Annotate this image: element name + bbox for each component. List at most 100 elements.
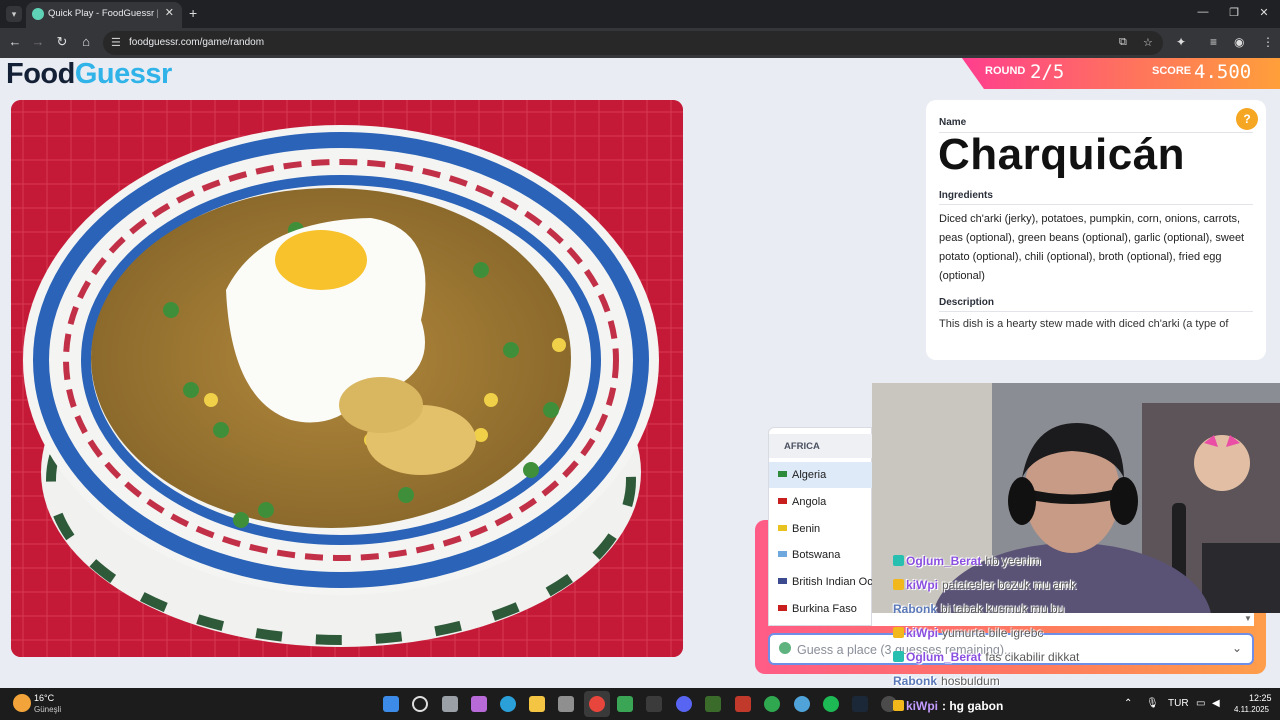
tab-close-icon[interactable]: ✕ [165,6,174,19]
media-icon[interactable]: ≡ [1210,35,1217,49]
tab-search-icon[interactable]: ▾ [6,6,22,22]
chat-message: hb yeenim [985,554,1041,568]
keyboard-language[interactable]: TUR [1168,698,1189,709]
address-bar[interactable]: ☰ foodguessr.com/game/random ⧉ ☆ [103,31,1163,55]
weather-sun-icon[interactable] [13,694,31,712]
cast-icon[interactable]: ⧉ [1119,36,1127,49]
country-option[interactable]: Botswana [769,542,873,568]
steam-icon[interactable] [852,696,868,712]
reload-icon[interactable]: ↻ [53,34,71,50]
logo-guessr: Guessr [74,58,172,90]
chat-badge-icon [893,651,904,662]
minecraft-icon[interactable] [617,696,633,712]
logo-food: Food [6,58,75,90]
volume-icon[interactable]: ◀ [1212,698,1220,709]
chat-badge-icon [893,627,904,638]
description-text: This dish is a hearty stew made with dic… [939,318,1229,330]
stream-chat-line: Oglum_Berat fas cikabilir dikkat [893,650,1079,664]
copilot-icon[interactable] [471,696,487,712]
chat-username: kiWpi [906,626,938,640]
search-icon[interactable] [412,696,428,712]
chat-username: kiWpi [906,578,938,592]
windows-start-icon[interactable] [383,696,399,712]
country-option[interactable]: Angola [769,489,873,515]
task-view-icon[interactable] [442,696,458,712]
restore-icon[interactable]: ❐ [1224,6,1244,19]
edge-icon[interactable] [500,696,516,712]
stream-chat-line: Rabonk bi tabak kusmuk mu bu [893,602,1064,616]
new-tab-icon[interactable]: + [189,5,197,21]
extensions-icon[interactable]: ✦ [1176,35,1186,49]
foodguessr-favicon-icon [32,8,44,20]
forward-icon[interactable]: → [29,34,47,49]
chevron-up-icon[interactable]: ⌃ [1124,698,1132,709]
foodguessr-logo[interactable]: FoodGuessr [6,58,172,91]
chat-username: Oglum_Berat [906,554,982,568]
dish-photo [11,100,683,657]
stream-chat-line: Oglum_Berat hb yeenim [893,554,1041,568]
discord-icon[interactable] [676,696,692,712]
file-explorer-icon[interactable] [529,696,545,712]
network-icon[interactable]: ▭ [1196,698,1205,709]
chat-message: yumurta bile igrebc [942,626,1044,640]
menu-kebab-icon[interactable]: ⋮ [1262,35,1274,49]
bookmark-star-icon[interactable]: ☆ [1143,36,1153,49]
round-value: 2/5 [1030,61,1065,83]
country-option[interactable]: Benin [769,516,873,542]
site-info-icon[interactable]: ☰ [111,36,121,49]
game-page: FoodGuessr ROUND 2/5 SCORE 4.500 ? Name … [0,58,1280,688]
chat-badge-icon [893,555,904,566]
clock-time[interactable]: 12:25 [1249,693,1272,703]
minimize-icon[interactable]: — [1193,6,1213,18]
country-dropdown[interactable]: AFRICA Algeria Angola Benin Botswana Bri… [768,427,934,626]
country-option-label: Botswana [792,549,841,561]
globe-app-icon[interactable] [794,696,810,712]
spotify-icon[interactable] [823,696,839,712]
flag-icon [778,525,787,531]
dish-name: Charquicán [938,130,1186,179]
help-icon[interactable]: ? [1236,108,1258,130]
profile-icon[interactable]: ◉ [1234,35,1244,49]
country-option-label: Burkina Faso [792,603,857,615]
stream-chat-line: Rabonk hosbuldum [893,674,1000,688]
tab-active[interactable]: Quick Play - FoodGuessr | Food ✕ [26,2,182,28]
country-option[interactable]: Algeria [769,462,873,488]
country-option-label: Benin [792,523,821,535]
tab-strip: ▾ Quick Play - FoodGuessr | Food ✕ + — ❐… [0,0,1280,28]
country-option[interactable]: British Indian Ocean Territory [769,569,934,595]
back-icon[interactable]: ← [6,34,24,49]
store-icon[interactable] [558,696,574,712]
flag-icon [778,498,787,504]
chat-message: fas cikabilir dikkat [985,650,1080,664]
tab-title: Quick Play - FoodGuessr | Food [48,8,158,19]
country-option-label: Algeria [792,469,827,481]
app-icon[interactable] [735,696,751,712]
chrome-icon[interactable] [589,696,605,712]
globe-icon [779,642,791,654]
chat-badge-icon [893,579,904,590]
chevron-down-icon[interactable]: ⌄ [1232,641,1242,655]
chat-message: patatesler bozuk mu amk [942,578,1077,592]
home-icon[interactable]: ⌂ [77,34,95,49]
name-label: Name [939,117,967,128]
chat-badge-icon [893,700,904,711]
flag-icon [778,578,787,584]
round-label: ROUND [985,65,1026,77]
browser-toolbar: ← → ↻ ⌂ ☰ foodguessr.com/game/random ⧉ ☆… [0,28,1280,58]
ingredients-text: Diced ch'arki (jerky), potatoes, pumpkin… [939,213,1245,282]
weather-desc: Güneşli [34,705,62,714]
country-option[interactable]: Burkina Faso [769,596,873,622]
xbox-icon[interactable] [764,696,780,712]
dish-info-card: ? Name Charquicán Ingredients Diced ch'a… [926,100,1266,360]
score-value: 4.500 [1194,61,1252,83]
app-icon[interactable] [646,696,662,712]
url-text: foodguessr.com/game/random [129,37,265,48]
microphone-icon[interactable]: 🎙 [1146,698,1159,709]
app-icon[interactable] [705,696,721,712]
country-option-label: Angola [792,496,827,508]
divider [939,311,1253,312]
clock-date[interactable]: 4.11.2025 [1234,705,1269,714]
scroll-down-icon[interactable]: ▼ [1244,614,1252,623]
close-window-icon[interactable]: ✕ [1254,6,1274,19]
score-label: SCORE [1152,65,1192,77]
